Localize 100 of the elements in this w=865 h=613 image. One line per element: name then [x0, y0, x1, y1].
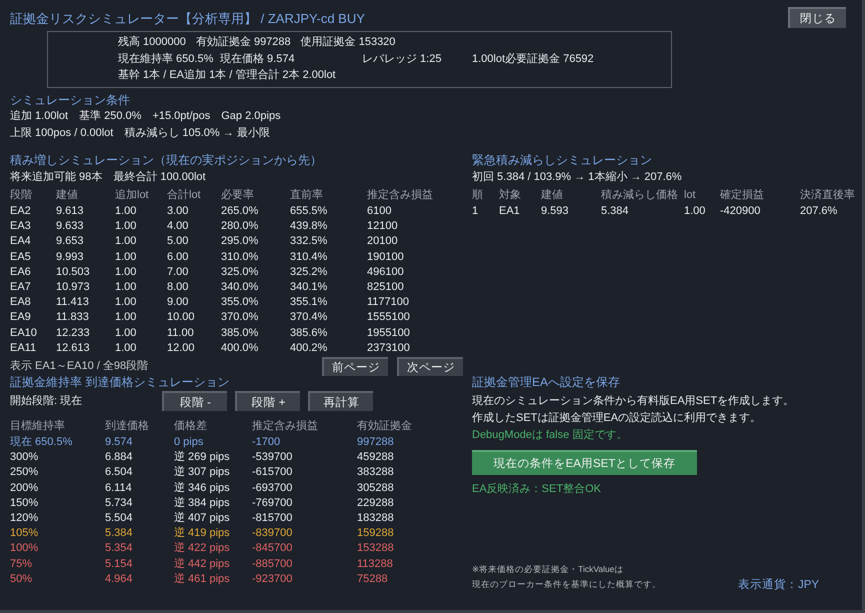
summary-text: 将来追加可能 98本 最終合計 100.00lot — [10, 170, 207, 185]
table-cell-text: 4.964 — [105, 572, 134, 587]
table-cell-text: 340.1% — [290, 280, 328, 296]
table-cell-text: 325.0% — [221, 264, 260, 280]
table-cell-text: EA1 — [499, 204, 521, 219]
table-cell-text: 1.00 — [115, 264, 138, 280]
table-cell-text: -615700 — [252, 465, 294, 480]
table-cell-text: 300% — [10, 450, 40, 466]
table-cell-text: 75288 — [357, 572, 389, 587]
table-cell-text: -769700 — [252, 496, 294, 511]
table-cell-text: -420900 — [720, 204, 762, 219]
table-cell-text: 6.114 — [105, 480, 133, 496]
table-cell-text: 10.503 — [56, 264, 91, 280]
table-cell-text: 6100 — [367, 204, 392, 219]
page-button[interactable]: 前ページ — [322, 356, 388, 376]
table-cell-text: 295.0% — [221, 234, 260, 250]
table-cell-text: 159288 — [357, 526, 395, 542]
table-cell-text: 11.833 — [56, 310, 90, 326]
table-cell-text: 459288 — [357, 450, 395, 466]
section-heading: シミュレーション条件 — [10, 92, 131, 108]
status-text: EA反映済み：SET整合OK — [472, 482, 602, 497]
table-cell-text: 5.354 — [105, 541, 134, 556]
table-cell-text: 310.0% — [221, 250, 260, 265]
table-cell-text: 1177100 — [367, 295, 410, 310]
column-header: 到達価格 — [105, 419, 150, 434]
start-stage-label: 開始段階: 現在 — [10, 394, 84, 408]
column-header: 推定含み損益 — [252, 418, 319, 434]
table-cell-text: 逆 461 pips — [174, 572, 231, 587]
table-cell-text: 9.613 — [56, 204, 85, 219]
table-cell-text: 逆 419 pips — [174, 526, 231, 542]
account-stat: 基幹 1本 / EA追加 1本 / 管理合計 2本 2.00lot — [118, 68, 336, 83]
column-header: 建値 — [56, 188, 79, 203]
table-cell-text: 1.00 — [684, 204, 706, 219]
column-header: 対象 — [499, 188, 522, 203]
column-header: 順 — [472, 188, 484, 203]
column-header: 積み減らし価格 — [601, 188, 679, 203]
table-cell-text: 12.613 — [56, 340, 91, 356]
condition-line: 上限 100pos / 0.00lot 積み減らし 105.0% → 最小限 — [10, 126, 271, 141]
table-cell-text: EA6 — [10, 264, 32, 280]
table-cell-text: 20100 — [367, 234, 399, 250]
table-cell-text: 4.00 — [167, 219, 190, 234]
table-cell-text: -1700 — [252, 435, 282, 450]
stage-button[interactable]: 再計算 — [308, 391, 373, 411]
table-cell-text: 5.154 — [105, 556, 134, 572]
table-cell-text: 1.00 — [115, 310, 138, 326]
table-cell-text: 655.5% — [290, 204, 328, 219]
window-title: 証拠金リスクシミュレーター【分析専用】 / ZARJPY-cd BUY — [10, 10, 365, 28]
table-cell-text: 825100 — [367, 280, 405, 296]
column-header: 直前率 — [290, 188, 324, 203]
table-cell-text: 9.653 — [56, 234, 85, 250]
table-cell-text: 997288 — [357, 435, 395, 450]
table-cell-text: 1.00 — [115, 340, 138, 356]
table-cell-text: 1.00 — [115, 326, 138, 341]
table-cell-text: 逆 346 pips — [174, 480, 231, 496]
column-header: 合計lot — [167, 188, 202, 203]
table-cell-text: 207.6% — [800, 204, 838, 219]
table-cell-text: 10.973 — [56, 280, 91, 296]
table-cell-text: EA2 — [10, 204, 32, 219]
table-cell-text: 5.504 — [105, 511, 134, 526]
table-cell-text: -845700 — [252, 541, 294, 556]
table-cell-text: 8.00 — [167, 280, 190, 296]
stage-button[interactable]: 段階 + — [235, 391, 300, 411]
table-cell-text: 100% — [10, 541, 40, 556]
table-cell-text: 153288 — [357, 541, 395, 556]
table-cell-text: 逆 407 pips — [174, 511, 231, 526]
table-cell-text: 400.2% — [290, 340, 328, 356]
table-cell-text: EA4 — [10, 234, 32, 250]
description-text: 作成したSETは証拠金管理EAの設定読込に利用できます。 — [472, 410, 762, 426]
table-cell-text: 50% — [10, 572, 34, 587]
description-text: 現在のシミュレーション条件から有料版EA用SETを作成します。 — [472, 394, 796, 409]
account-stat: 1.00lot必要証拠金 76592 — [472, 52, 594, 66]
column-header: 確定損益 — [720, 188, 765, 203]
column-header: 決済直後率 — [800, 188, 856, 203]
page-button[interactable]: 次ページ — [397, 356, 463, 376]
column-header: 必要率 — [221, 188, 255, 203]
table-cell-text: -885700 — [252, 556, 294, 572]
table-cell-text: 5.384 — [601, 204, 630, 219]
summary-text: 初回 5.384 / 103.9% → 1本縮小 → 207.6% — [472, 170, 683, 185]
table-cell-text: 2373100 — [367, 340, 411, 356]
table-cell-text: 1 — [472, 204, 480, 219]
table-cell-text: -839700 — [252, 526, 294, 542]
table-cell-text: 439.8% — [290, 219, 328, 234]
save-button[interactable]: 現在の条件をEA用SETとして保存 — [472, 450, 697, 475]
table-cell-text: 6.504 — [105, 465, 134, 480]
table-cell-text: 325.2% — [290, 264, 328, 280]
table-cell-text: 1.00 — [115, 280, 138, 296]
table-cell-text: EA8 — [10, 295, 32, 310]
section-heading: 積み増しシミュレーション（現在の実ポジションから先） — [10, 152, 323, 168]
column-header: 有効証拠金 — [357, 419, 413, 434]
table-cell-text: 逆 269 pips — [174, 450, 231, 466]
table-cell-text: EA11 — [10, 340, 38, 356]
table-cell-text: 340.0% — [221, 280, 260, 296]
section-heading: 証拠金維持率 到達価格シミュレーション — [10, 374, 230, 390]
stage-button[interactable]: 段階 - — [162, 391, 227, 411]
table-cell-text: 400.0% — [221, 340, 260, 356]
table-cell-text: 355.0% — [221, 295, 260, 310]
table-cell-text: 105% — [10, 526, 40, 542]
close-button[interactable]: 閉じる — [788, 7, 846, 28]
table-cell-text: 11.00 — [167, 326, 195, 341]
table-cell-text: 0 pips — [174, 435, 204, 450]
